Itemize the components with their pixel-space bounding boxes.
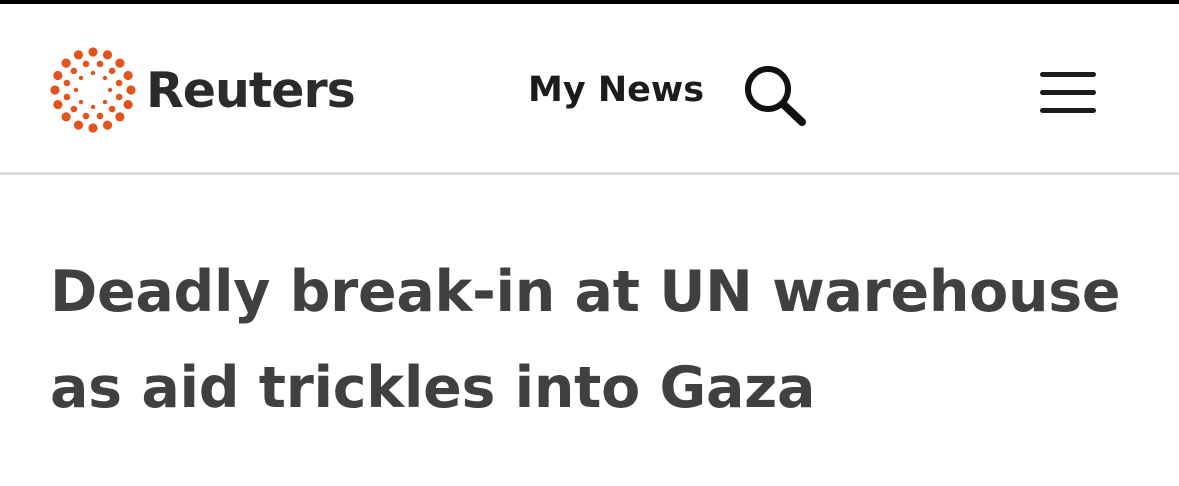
logo-dot	[53, 99, 63, 110]
logo-dot	[70, 67, 78, 75]
reuters-logo-link[interactable]: Reuters	[50, 44, 356, 136]
logo-dot	[102, 75, 108, 81]
article-headline[interactable]: Deadly break-in at UN warehouse as aid t…	[50, 244, 1140, 436]
logo-dot	[88, 47, 98, 57]
site-header: Reuters My News	[0, 4, 1179, 172]
search-button[interactable]	[740, 59, 812, 131]
logo-dot	[123, 70, 133, 81]
logo-dot	[96, 60, 104, 68]
logo-dot	[73, 50, 84, 60]
menu-button[interactable]	[1036, 66, 1100, 120]
logo-dot	[61, 58, 71, 68]
logo-dot	[70, 105, 78, 113]
logo-dot	[108, 67, 116, 75]
logo-dot	[115, 93, 123, 101]
logo-dot	[123, 99, 133, 110]
logo-dot	[53, 70, 63, 81]
logo-dot	[102, 50, 113, 60]
logo-dot	[126, 85, 136, 95]
logo-dot	[63, 79, 71, 87]
logo-dot	[90, 70, 96, 76]
logo-dot	[115, 58, 125, 68]
logo-dot	[63, 93, 71, 101]
logo-dot	[96, 112, 104, 120]
my-news-link[interactable]: My News	[528, 70, 704, 110]
logo-dot	[50, 85, 60, 95]
logo-dot	[82, 60, 90, 68]
logo-dot	[90, 104, 96, 110]
hamburger-line	[1040, 108, 1096, 113]
brand-name: Reuters	[146, 61, 356, 119]
logo-dot	[108, 105, 116, 113]
logo-dot	[78, 99, 84, 105]
logo-dot	[82, 112, 90, 120]
header-divider	[0, 172, 1179, 175]
logo-dot	[78, 75, 84, 81]
logo-dot	[115, 79, 123, 87]
logo-dot	[61, 112, 71, 122]
logo-dot	[73, 120, 84, 130]
reuters-logo-icon	[50, 47, 136, 133]
logo-dot	[102, 99, 108, 105]
logo-dot	[73, 87, 79, 93]
logo-dot	[115, 112, 125, 122]
hamburger-menu-icon	[1040, 72, 1096, 77]
logo-dot	[102, 120, 113, 130]
search-icon	[745, 66, 806, 126]
logo-dot	[107, 87, 113, 93]
hamburger-line	[1040, 90, 1096, 95]
logo-dot	[88, 123, 98, 133]
